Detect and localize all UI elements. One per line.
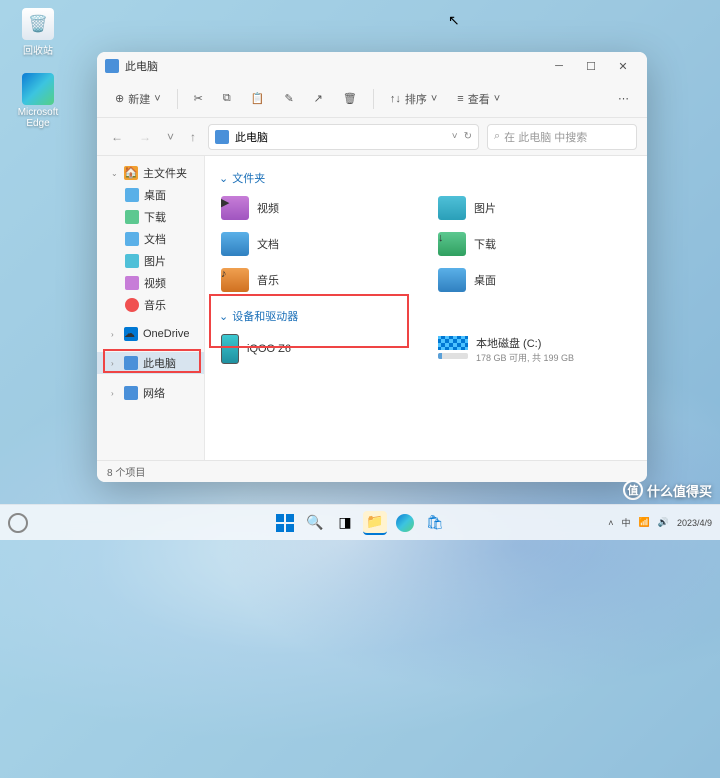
statusbar: 8 个项目 — [97, 460, 647, 482]
recycle-bin-label: 回收站 — [23, 42, 53, 57]
recycle-bin-icon: 🗑️ — [22, 8, 54, 40]
rename-button[interactable]: ✎ — [276, 88, 301, 109]
search-input[interactable]: ⌕ 在 此电脑 中搜索 — [487, 124, 637, 150]
sidebar-desktop[interactable]: 桌面 — [97, 184, 204, 206]
taskbar: 🔍 ◨ 📁 🛍 ˄ 中 📶 🔊 2023/4/9 — [0, 504, 720, 540]
refresh-icon[interactable]: ↻ — [464, 131, 472, 142]
up-button[interactable]: ↑ — [186, 128, 200, 146]
folder-videos[interactable]: ▶视频 — [219, 194, 416, 222]
tray-chevron-icon[interactable]: ˄ — [608, 518, 613, 528]
edge-taskbar-icon[interactable] — [393, 511, 417, 535]
toolbar: ⊕ 新建 ˅ ✂ ⧉ 📋 ✎ ↗ 🗑 ↑↓ 排序 ˅ ≡ 查看 ˅ ⋯ — [97, 80, 647, 118]
watermark: 值 什么值得买 — [623, 480, 712, 500]
new-button[interactable]: ⊕ 新建 ˅ — [107, 87, 169, 111]
videos-icon: ▶ — [221, 196, 249, 220]
cursor-icon: ↖ — [448, 12, 460, 29]
view-button[interactable]: ≡ 查看 ˅ — [449, 87, 508, 111]
sidebar-music[interactable]: 音乐 — [97, 294, 204, 316]
music-icon: ♪ — [221, 268, 249, 292]
window-title: 此电脑 — [125, 58, 158, 74]
folder-music[interactable]: ♪音乐 — [219, 266, 416, 294]
sidebar-home[interactable]: ⌄🏠主文件夹 — [97, 162, 204, 184]
address-text: 此电脑 — [235, 129, 268, 145]
desktop-icon — [438, 268, 466, 292]
share-button[interactable]: ↗ — [306, 88, 331, 109]
documents-icon — [221, 232, 249, 256]
chevron-down-icon[interactable]: ˅ — [452, 131, 458, 142]
cut-button[interactable]: ✂ — [186, 88, 211, 109]
store-taskbar-icon[interactable]: 🛍 — [423, 511, 447, 535]
search-icon: ⌕ — [494, 130, 500, 143]
device-drive-c[interactable]: 本地磁盘 (C:)178 GB 可用, 共 199 GB — [436, 332, 633, 366]
minimize-button[interactable]: ─ — [543, 54, 575, 78]
sort-button[interactable]: ↑↓ 排序 ˅ — [382, 87, 445, 111]
sidebar-downloads[interactable]: 下载 — [97, 206, 204, 228]
item-count: 8 个项目 — [107, 464, 145, 479]
cortana-icon[interactable] — [8, 513, 28, 533]
paste-icon: 📋 — [251, 92, 265, 105]
scissors-icon: ✂ — [194, 92, 203, 105]
paste-button[interactable]: 📋 — [243, 88, 273, 109]
thispc-icon — [105, 59, 119, 73]
sidebar-videos[interactable]: 视频 — [97, 272, 204, 294]
address-bar[interactable]: 此电脑 ˅ ↻ — [208, 124, 479, 150]
sidebar: ⌄🏠主文件夹 桌面 下载 文档 图片 视频 音乐 ›☁OneDrive ›此电脑… — [97, 156, 205, 460]
delete-button[interactable]: 🗑 — [335, 88, 365, 109]
forward-button[interactable]: → — [135, 128, 155, 146]
folder-pictures[interactable]: 图片 — [436, 194, 633, 222]
rename-icon: ✎ — [284, 92, 293, 105]
thispc-icon — [215, 130, 229, 144]
close-button[interactable]: ✕ — [607, 54, 639, 78]
edge-label: Microsoft Edge — [8, 107, 68, 129]
trash-icon: 🗑 — [343, 92, 357, 105]
volume-icon[interactable]: 🔊 — [658, 517, 669, 528]
phone-icon — [221, 334, 239, 364]
sidebar-network[interactable]: ›网络 — [97, 382, 204, 404]
back-button[interactable]: ← — [107, 128, 127, 146]
more-button[interactable]: ⋯ — [610, 88, 637, 109]
recycle-bin[interactable]: 🗑️ 回收站 — [8, 8, 68, 57]
folder-downloads[interactable]: ↓下载 — [436, 230, 633, 258]
copy-icon: ⧉ — [223, 92, 231, 105]
device-phone[interactable]: iQOO Z6 — [219, 332, 416, 366]
titlebar[interactable]: 此电脑 ─ ☐ ✕ — [97, 52, 647, 80]
drive-icon — [438, 336, 468, 362]
nav-row: ← → ˅ ↑ 此电脑 ˅ ↻ ⌕ 在 此电脑 中搜索 — [97, 118, 647, 156]
ime-icon[interactable]: 中 — [622, 516, 631, 529]
search-placeholder: 在 此电脑 中搜索 — [504, 129, 587, 145]
sidebar-onedrive[interactable]: ›☁OneDrive — [97, 324, 204, 344]
edge-shortcut[interactable]: Microsoft Edge — [8, 73, 68, 129]
sidebar-documents[interactable]: 文档 — [97, 228, 204, 250]
edge-icon — [22, 73, 54, 105]
downloads-icon: ↓ — [438, 232, 466, 256]
network-icon[interactable]: 📶 — [639, 517, 650, 528]
folder-desktop[interactable]: 桌面 — [436, 266, 633, 294]
search-taskbar-icon[interactable]: 🔍 — [303, 511, 327, 535]
copy-button[interactable]: ⧉ — [215, 88, 239, 109]
start-button[interactable] — [273, 511, 297, 535]
explorer-taskbar-icon[interactable]: 📁 — [363, 511, 387, 535]
taskview-icon[interactable]: ◨ — [333, 511, 357, 535]
taskbar-date[interactable]: 2023/4/9 — [677, 518, 712, 528]
section-folders[interactable]: 文件夹 — [219, 170, 633, 186]
pictures-icon — [438, 196, 466, 220]
sidebar-pictures[interactable]: 图片 — [97, 250, 204, 272]
section-devices[interactable]: 设备和驱动器 — [219, 308, 633, 324]
folder-documents[interactable]: 文档 — [219, 230, 416, 258]
share-icon: ↗ — [314, 92, 323, 105]
maximize-button[interactable]: ☐ — [575, 54, 607, 78]
sidebar-thispc[interactable]: ›此电脑 — [97, 352, 204, 374]
content-pane: 文件夹 ▶视频 图片 文档 ↓下载 ♪音乐 桌面 设备和驱动器 iQOO Z6 … — [205, 156, 647, 460]
file-explorer-window: 此电脑 ─ ☐ ✕ ⊕ 新建 ˅ ✂ ⧉ 📋 ✎ ↗ 🗑 ↑↓ 排序 ˅ ≡ 查… — [97, 52, 647, 482]
recent-button[interactable]: ˅ — [163, 128, 178, 146]
